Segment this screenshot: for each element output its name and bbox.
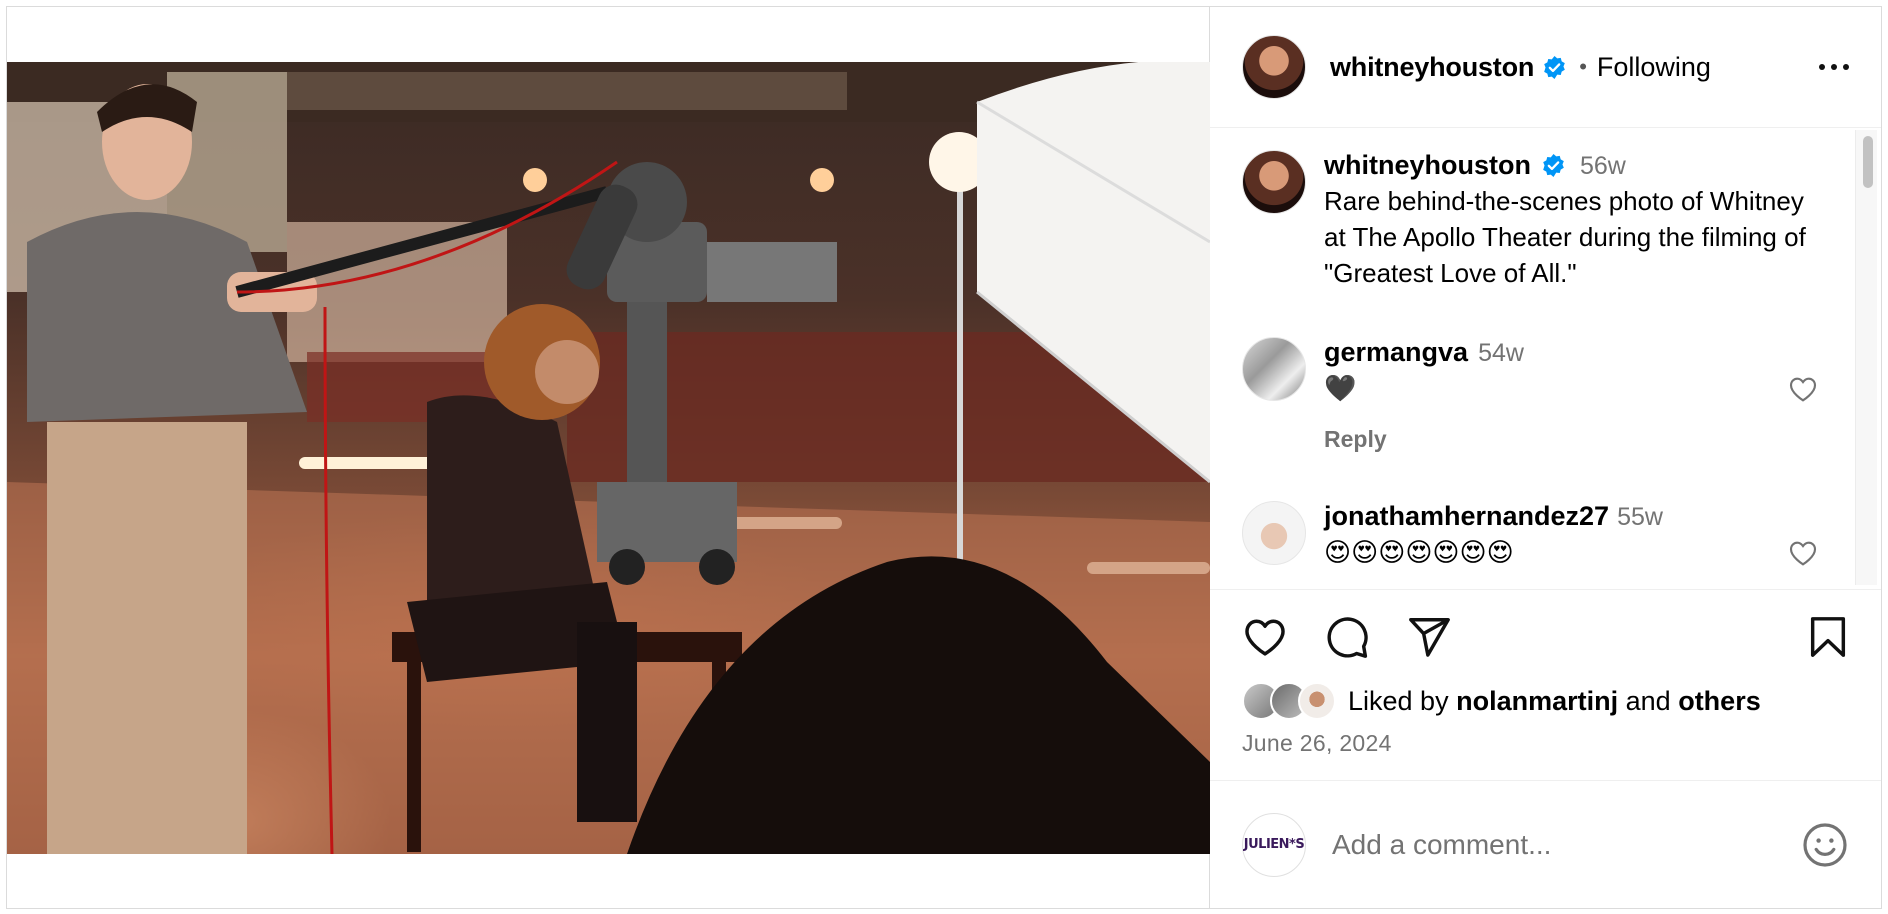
verified-badge-icon: [1544, 55, 1565, 79]
post-dialog: whitneyhouston • Following whitneyhousto…: [6, 6, 1882, 909]
caption-username[interactable]: whitneyhouston: [1324, 150, 1531, 181]
commenter-avatar[interactable]: [1242, 337, 1306, 401]
comments-list: whitneyhouston 56w Rare behind-the-scene…: [1210, 128, 1881, 589]
reply-button[interactable]: Reply: [1324, 426, 1821, 453]
post-sidebar: whitneyhouston • Following whitneyhousto…: [1210, 7, 1881, 908]
liked-by-others[interactable]: others: [1678, 686, 1761, 717]
likes-summary[interactable]: Liked by nolanmartinj and others: [1242, 682, 1851, 720]
verified-badge-icon: [1543, 154, 1564, 177]
heart-icon[interactable]: [1242, 614, 1288, 660]
liked-by-prefix: Liked by: [1348, 685, 1449, 716]
post-header: whitneyhouston • Following: [1210, 7, 1881, 128]
author-avatar[interactable]: [1242, 35, 1306, 99]
more-options-icon[interactable]: [1815, 54, 1853, 80]
post-actions: Liked by nolanmartinj and others June 26…: [1210, 589, 1881, 757]
caption-avatar[interactable]: [1242, 150, 1306, 214]
comment-like-heart-icon[interactable]: [1787, 373, 1819, 405]
post-media: [7, 7, 1210, 908]
bookmark-icon[interactable]: [1805, 614, 1851, 660]
liked-by-user[interactable]: nolanmartinj: [1456, 686, 1618, 717]
comment-item: jonathamhernandez27 55w 😍😍😍😍😍😍😍: [1242, 501, 1821, 570]
post-photo[interactable]: [7, 62, 1210, 854]
add-comment-input[interactable]: [1332, 828, 1801, 861]
comment-age[interactable]: 55w: [1617, 503, 1663, 532]
smiley-icon[interactable]: [1801, 821, 1849, 869]
comments-scrollbar[interactable]: [1855, 130, 1877, 585]
comment-text: 😍😍😍😍😍😍😍: [1324, 537, 1514, 567]
photo-illustration: [7, 62, 1210, 854]
comment-text: 🖤: [1324, 373, 1357, 403]
viewer-avatar[interactable]: JULIEN*S: [1242, 812, 1306, 877]
paper-plane-icon[interactable]: [1406, 614, 1452, 660]
liker-avatar: [1298, 682, 1336, 720]
caption-age[interactable]: 56w: [1580, 152, 1626, 181]
comment-item: germangva 54w 🖤 Reply: [1242, 337, 1821, 453]
caption-text: Rare behind-the-scenes photo of Whitney …: [1324, 186, 1806, 288]
liked-by-joiner: and: [1625, 685, 1671, 716]
liked-avatars: [1242, 682, 1336, 720]
viewer-avatar-logo-text: JULIEN*S: [1243, 837, 1305, 852]
comment-icon[interactable]: [1324, 614, 1370, 660]
comment-username[interactable]: jonathamhernandez27: [1324, 501, 1609, 532]
commenter-avatar[interactable]: [1242, 501, 1306, 565]
add-comment-bar: JULIEN*S: [1210, 780, 1881, 908]
follow-status-button[interactable]: Following: [1597, 52, 1711, 83]
scrollbar-thumb[interactable]: [1863, 136, 1873, 188]
comment-like-heart-icon[interactable]: [1787, 537, 1819, 569]
separator-dot: •: [1579, 54, 1587, 79]
author-username[interactable]: whitneyhouston: [1330, 52, 1534, 83]
comment-username[interactable]: germangva: [1324, 337, 1468, 368]
caption: whitneyhouston 56w Rare behind-the-scene…: [1242, 150, 1821, 291]
post-date[interactable]: June 26, 2024: [1242, 730, 1851, 757]
comment-age[interactable]: 54w: [1478, 339, 1524, 368]
